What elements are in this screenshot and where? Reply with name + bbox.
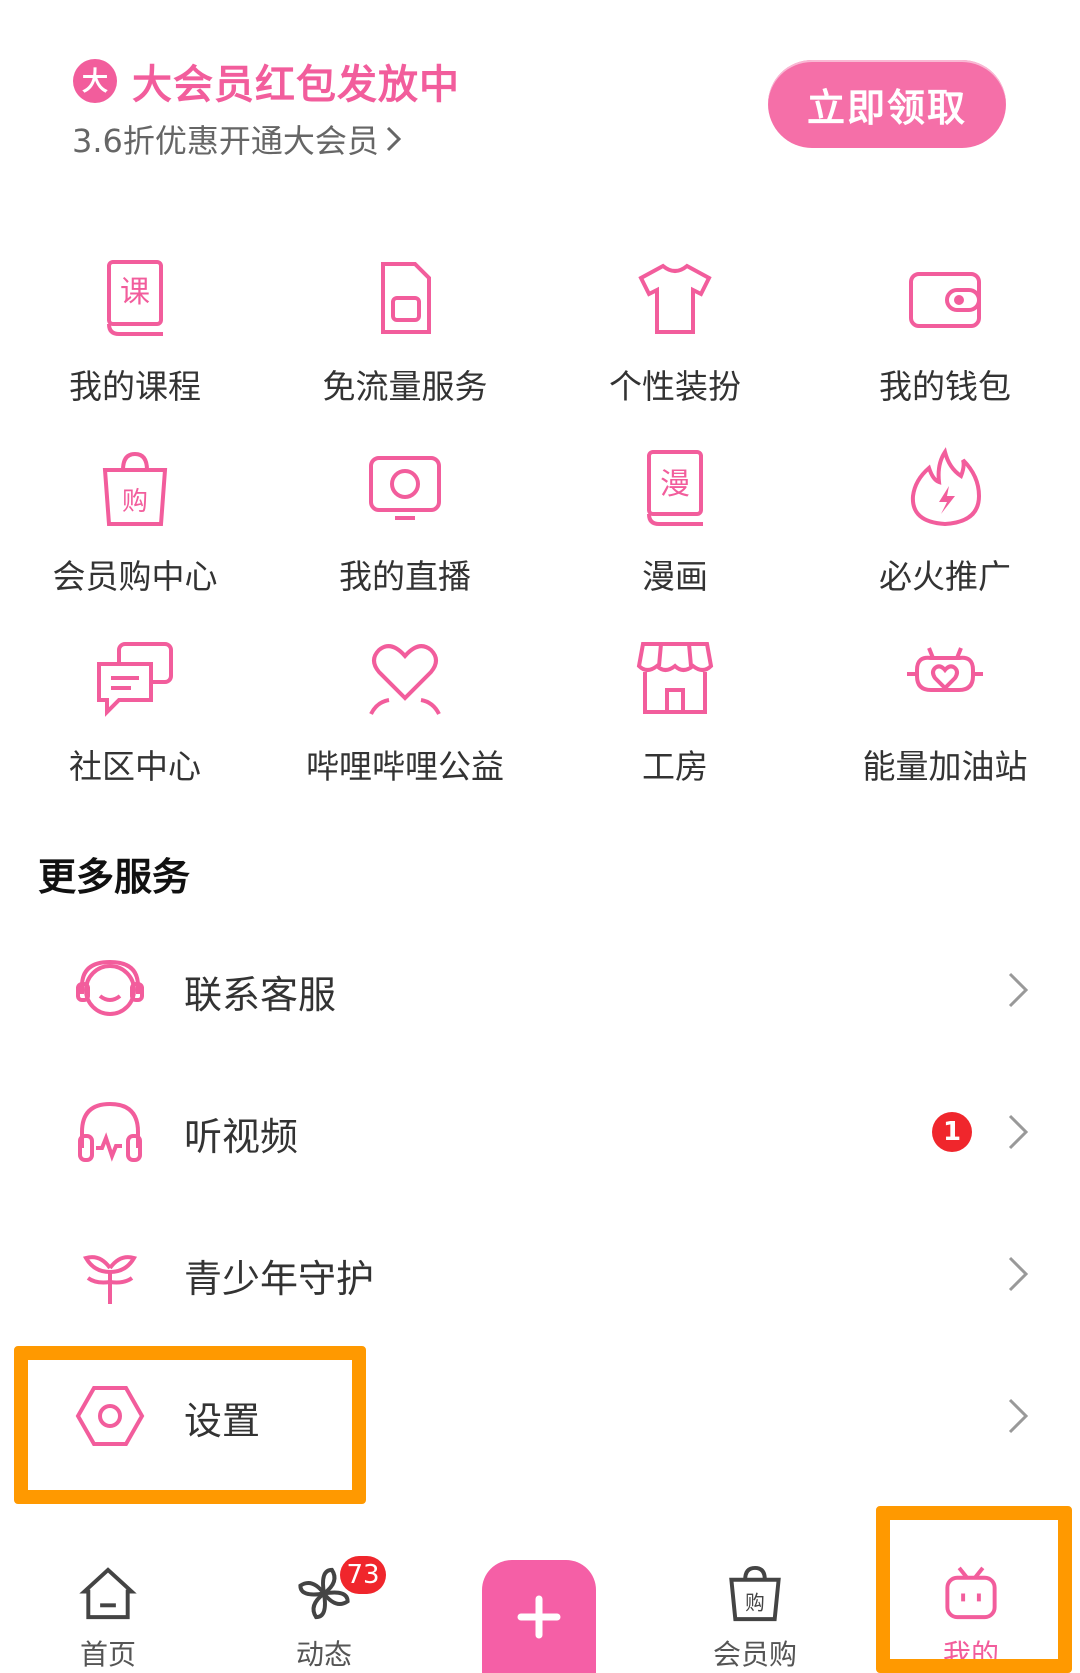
grid-item-charity[interactable]: 哔哩哔哩公益 xyxy=(270,628,540,818)
vip-banner-subtitle[interactable]: 3.6折优惠开通大会员 xyxy=(72,116,403,162)
grid-item-comics[interactable]: 漫 漫画 xyxy=(540,438,810,628)
tab-vip-shop[interactable]: 购 会员购 xyxy=(675,1530,835,1673)
grid-label: 个性装扮 xyxy=(609,367,741,406)
headphones-icon xyxy=(78,1101,142,1162)
claim-button[interactable]: 立即领取 xyxy=(768,60,1006,148)
grid-label: 社区中心 xyxy=(69,747,201,786)
service-label: 听视频 xyxy=(184,1115,299,1159)
grid-item-data-free[interactable]: 免流量服务 xyxy=(270,248,540,438)
storefront-icon xyxy=(636,642,714,714)
tab-home[interactable]: 首页 xyxy=(28,1530,188,1673)
grid-label: 免流量服务 xyxy=(322,367,488,406)
grid-item-my-live[interactable]: 我的直播 xyxy=(270,438,540,628)
vip-banner-subtitle-text: 3.6折优惠开通大会员 xyxy=(72,122,379,160)
tab-label: 动态 xyxy=(295,1638,352,1671)
grid-label: 必火推广 xyxy=(879,557,1011,596)
grid-item-wallet[interactable]: 我的钱包 xyxy=(810,248,1080,438)
grid-item-workshop[interactable]: 工房 xyxy=(540,628,810,818)
energy-heart-icon xyxy=(907,647,983,692)
plus-icon xyxy=(517,1595,561,1638)
tv-mascot-icon xyxy=(945,1566,997,1620)
feed-badge: 73 xyxy=(340,1556,386,1594)
grid-label: 漫画 xyxy=(642,557,708,596)
sim-card-icon xyxy=(381,262,431,334)
comic-book-icon: 漫 xyxy=(647,450,703,526)
service-row-listen-video[interactable]: 听视频 1 xyxy=(0,1062,1080,1202)
tab-label: 我的 xyxy=(942,1638,999,1671)
vip-banner-title: 大会员红包发放中 xyxy=(132,62,460,108)
tab-label: 会员购 xyxy=(712,1638,797,1671)
svg-text:漫: 漫 xyxy=(660,467,690,502)
grid-label: 我的直播 xyxy=(339,557,471,596)
grid-item-energy-station[interactable]: 能量加油站 xyxy=(810,628,1080,818)
heart-hands-icon xyxy=(369,644,441,715)
tshirt-icon xyxy=(638,263,712,334)
grid-item-vip-shop[interactable]: 购 会员购中心 xyxy=(0,438,270,628)
service-label: 联系客服 xyxy=(184,973,337,1017)
grid-item-promote[interactable]: 必火推广 xyxy=(810,438,1080,628)
grid-label: 我的钱包 xyxy=(879,367,1011,406)
grid-item-community[interactable]: 社区中心 xyxy=(0,628,270,818)
chevron-right-icon xyxy=(1008,1398,1029,1434)
vip-banner[interactable]: 大 大会员红包发放中 3.6折优惠开通大会员 立即领取 xyxy=(0,0,1080,200)
tab-feed[interactable]: 动态 xyxy=(244,1530,404,1673)
chevron-right-icon xyxy=(1008,972,1029,1008)
service-label: 设置 xyxy=(184,1399,261,1443)
tab-me[interactable]: 我的 xyxy=(891,1530,1051,1673)
svg-text:课: 课 xyxy=(120,275,150,310)
grid-label: 哔哩哔哩公益 xyxy=(306,747,504,786)
grid-label: 我的课程 xyxy=(69,367,201,406)
chevron-right-icon xyxy=(1008,1256,1029,1292)
service-row-customer-service[interactable]: 联系客服 xyxy=(0,920,1080,1060)
tab-label: 首页 xyxy=(79,1638,136,1671)
sprout-icon xyxy=(82,1255,138,1304)
course-book-icon: 课 xyxy=(107,260,163,336)
grid-label: 会员购中心 xyxy=(52,557,218,596)
publish-button[interactable] xyxy=(482,1560,596,1673)
service-row-youth-protection[interactable]: 青少年守护 xyxy=(0,1204,1080,1344)
chevron-right-icon xyxy=(1008,1114,1029,1150)
notification-badge: 1 xyxy=(932,1112,972,1152)
headset-icon xyxy=(76,959,144,1016)
live-tv-icon xyxy=(369,456,441,520)
svg-text:购: 购 xyxy=(745,1591,765,1614)
service-row-settings[interactable]: 设置 xyxy=(0,1346,1080,1486)
chevron-right-icon xyxy=(386,126,402,152)
wallet-icon xyxy=(909,272,981,328)
svg-text:购: 购 xyxy=(122,487,148,517)
shopping-bag-icon: 购 xyxy=(729,1565,781,1622)
shopping-bag-icon: 购 xyxy=(102,451,168,526)
service-label: 青少年守护 xyxy=(184,1257,375,1301)
vip-badge-icon: 大 xyxy=(73,59,117,103)
grid-item-my-courses[interactable]: 课 我的课程 xyxy=(0,248,270,438)
chat-bubbles-icon xyxy=(97,642,173,717)
more-services-title: 更多服务 xyxy=(38,855,191,899)
grid-item-dress-up[interactable]: 个性装扮 xyxy=(540,248,810,438)
grid-label: 工房 xyxy=(642,747,708,786)
service-grid: 课 我的课程 免流量服务 个性装扮 我的钱包 购 会员购中心 我的直播 漫 漫画… xyxy=(0,248,1080,818)
grid-label: 能量加油站 xyxy=(862,747,1028,786)
home-icon xyxy=(79,1567,137,1620)
svg-text:大: 大 xyxy=(82,67,108,97)
flame-icon xyxy=(910,447,982,527)
settings-hexagon-icon xyxy=(75,1386,145,1446)
